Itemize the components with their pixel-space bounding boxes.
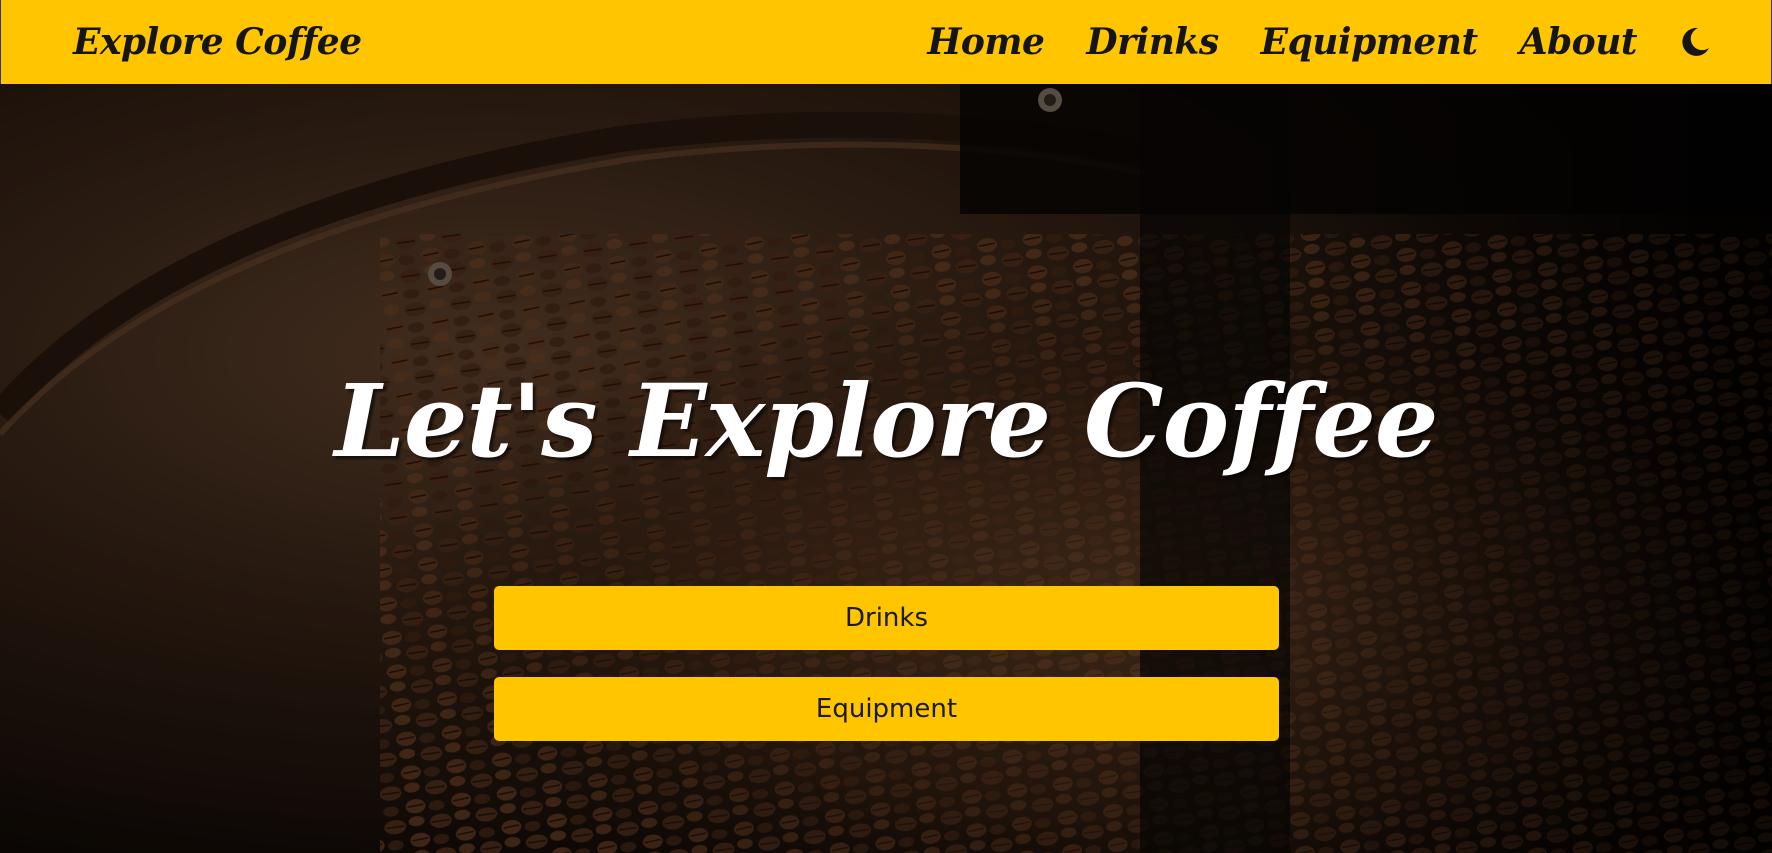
hero-title: Let's Explore Coffee	[334, 362, 1439, 480]
nav-link-equipment[interactable]: Equipment	[1261, 21, 1478, 63]
nav-link-home[interactable]: Home	[927, 21, 1045, 63]
navbar: Explore Coffee Home Drinks Equipment Abo…	[0, 0, 1772, 84]
nav-links: Home Drinks Equipment About	[927, 21, 1715, 63]
nav-link-drinks[interactable]: Drinks	[1086, 21, 1219, 63]
moon-icon	[1682, 27, 1709, 56]
nav-link-about[interactable]: About	[1520, 21, 1638, 63]
drinks-button[interactable]: Drinks	[494, 586, 1279, 650]
equipment-button[interactable]: Equipment	[494, 677, 1279, 741]
brand-logo-link[interactable]: Explore Coffee	[73, 21, 362, 63]
hero-section: Let's Explore Coffee Drinks Equipment	[0, 84, 1772, 853]
theme-toggle-button[interactable]	[1675, 22, 1715, 62]
